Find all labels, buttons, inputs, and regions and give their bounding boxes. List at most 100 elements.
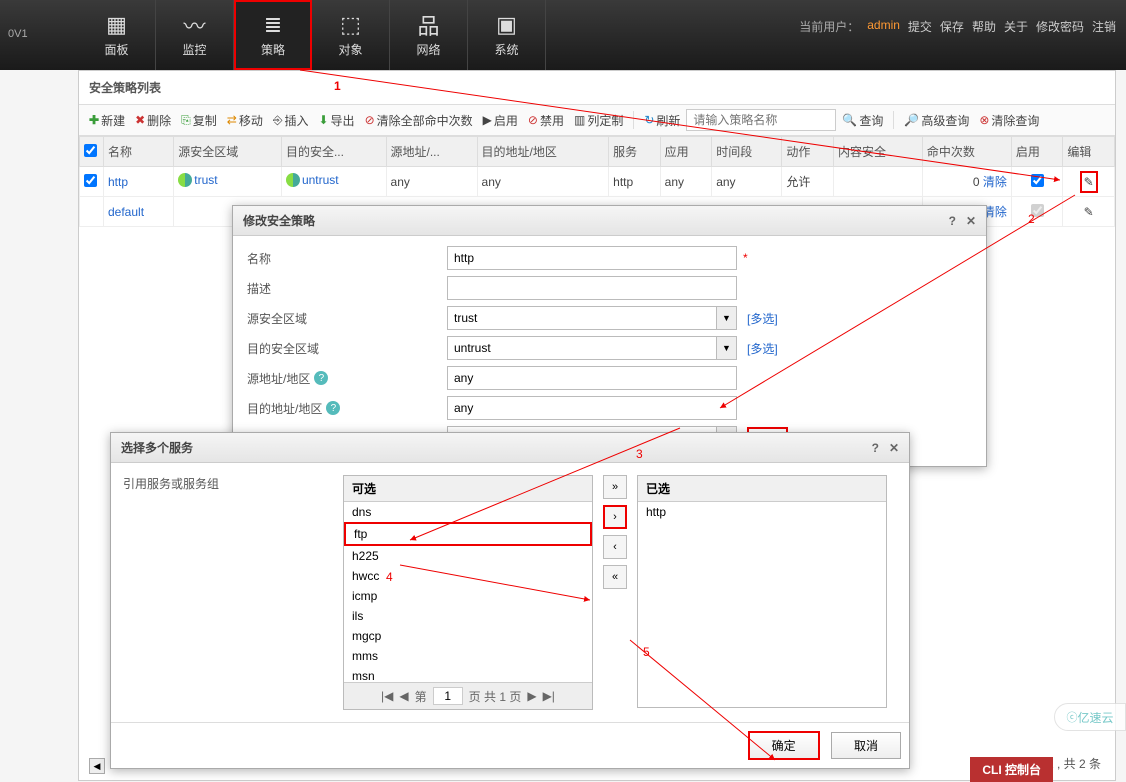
link-submit[interactable]: 提交 <box>908 18 932 35</box>
dialog-title: 选择多个服务 <box>121 439 193 456</box>
link-logout[interactable]: 注销 <box>1092 18 1116 35</box>
dialog-title-bar[interactable]: 选择多个服务 ? ✕ <box>111 433 909 463</box>
list-body[interactable]: http <box>638 502 886 707</box>
col-app[interactable]: 应用 <box>660 137 712 167</box>
enable-button[interactable]: ▶启用 <box>479 110 522 131</box>
help-icon[interactable]: ? <box>326 401 340 415</box>
refresh-button[interactable]: ↻刷新 <box>640 110 684 131</box>
move-button[interactable]: ⇄移动 <box>223 110 267 131</box>
col-svc[interactable]: 服务 <box>609 137 661 167</box>
close-icon[interactable]: ✕ <box>966 214 976 228</box>
col-name[interactable]: 名称 <box>104 137 174 167</box>
next-page-icon[interactable]: ▶ <box>527 689 536 703</box>
columns-button[interactable]: ▥列定制 <box>570 110 627 131</box>
nav-tab-dashboard[interactable]: ▦ 面板 <box>78 0 156 70</box>
list-item[interactable]: mms <box>344 646 592 666</box>
table-row[interactable]: http trust untrust any any http any any … <box>80 167 1115 197</box>
scroll-left-button[interactable]: ◀ <box>89 758 105 774</box>
select-services-dialog: 选择多个服务 ?✕ 引用服务或服务组 可选 dns ftp h225 hwcc … <box>110 432 910 769</box>
col-edit[interactable]: 编辑 <box>1063 137 1115 167</box>
help-icon[interactable]: ? <box>872 441 879 455</box>
list-item[interactable]: icmp <box>344 586 592 606</box>
row-checkbox[interactable] <box>84 174 97 187</box>
adv-search-button[interactable]: 🔎高级查询 <box>900 110 973 131</box>
name-field[interactable] <box>447 246 737 270</box>
copy-button[interactable]: ⎘复制 <box>177 110 221 131</box>
col-content[interactable]: 内容安全 <box>833 137 922 167</box>
page-input[interactable] <box>433 687 463 705</box>
col-enable[interactable]: 启用 <box>1011 137 1063 167</box>
disable-icon: ⊘ <box>528 113 538 127</box>
search-button[interactable]: 🔍查询 <box>838 110 887 131</box>
cell-name[interactable]: default <box>104 197 174 227</box>
close-icon[interactable]: ✕ <box>889 441 899 455</box>
col-action[interactable]: 动作 <box>782 137 834 167</box>
col-hits[interactable]: 命中次数 <box>922 137 1011 167</box>
nav-tab-policy[interactable]: ≣ 策略 <box>234 0 312 70</box>
insert-button[interactable]: ⎆插入 <box>269 110 313 131</box>
export-button[interactable]: ⬇导出 <box>314 110 358 131</box>
list-item[interactable]: h225 <box>344 546 592 566</box>
move-right-button[interactable]: › <box>603 505 627 529</box>
help-icon[interactable]: ? <box>949 214 956 228</box>
list-item[interactable]: mgcp <box>344 626 592 646</box>
select-all-checkbox[interactable] <box>84 144 97 157</box>
ok-button[interactable]: 确定 <box>748 731 820 760</box>
enable-checkbox[interactable] <box>1031 174 1044 187</box>
clear-hits-link[interactable]: 清除 <box>983 175 1007 189</box>
move-left-button[interactable]: ‹ <box>603 535 627 559</box>
link-about[interactable]: 关于 <box>1004 18 1028 35</box>
move-all-right-button[interactable]: » <box>603 475 627 499</box>
list-item[interactable]: ils <box>344 606 592 626</box>
multi-select-link[interactable]: [多选] <box>747 310 778 327</box>
list-item[interactable]: ftp <box>344 522 592 546</box>
col-time[interactable]: 时间段 <box>712 137 782 167</box>
first-page-icon[interactable]: |◀ <box>381 689 393 703</box>
dst-addr-field[interactable] <box>447 396 737 420</box>
move-all-left-button[interactable]: « <box>603 565 627 589</box>
nav-tab-system[interactable]: ▣ 系统 <box>468 0 546 70</box>
new-button[interactable]: ✚新建 <box>85 110 129 131</box>
nav-tab-object[interactable]: ⬚ 对象 <box>312 0 390 70</box>
clear-search-button[interactable]: ⊗清除查询 <box>975 110 1043 131</box>
delete-button[interactable]: ✖删除 <box>131 110 175 131</box>
plus-icon: ✚ <box>89 113 99 127</box>
src-addr-field[interactable] <box>447 366 737 390</box>
list-body[interactable]: dns ftp h225 hwcc icmp ils mgcp mms msn <box>344 502 592 682</box>
edit-button[interactable]: ✎ <box>1080 171 1098 193</box>
list-item[interactable]: hwcc <box>344 566 592 586</box>
edit-button[interactable]: ✎ <box>1084 205 1094 219</box>
link-change-pwd[interactable]: 修改密码 <box>1036 18 1084 35</box>
dst-zone-select[interactable]: untrust▼ <box>447 336 737 360</box>
page-title: 安全策略列表 1 <box>79 71 1115 105</box>
desc-field[interactable] <box>447 276 737 300</box>
zone-icon <box>178 173 192 187</box>
search-input[interactable] <box>686 109 836 131</box>
link-help[interactable]: 帮助 <box>972 18 996 35</box>
list-item[interactable]: http <box>638 502 886 522</box>
enable-checkbox <box>1031 204 1044 217</box>
help-icon[interactable]: ? <box>314 371 328 385</box>
col-src-zone[interactable]: 源安全区域 <box>174 137 282 167</box>
disable-button[interactable]: ⊘禁用 <box>524 110 568 131</box>
link-save[interactable]: 保存 <box>940 18 964 35</box>
cli-console-button[interactable]: CLI 控制台 <box>970 757 1053 782</box>
nav-tab-network[interactable]: 品 网络 <box>390 0 468 70</box>
col-src-addr[interactable]: 源地址/... <box>386 137 477 167</box>
col-dst-zone[interactable]: 目的安全... <box>281 137 386 167</box>
last-page-icon[interactable]: ▶| <box>543 689 555 703</box>
list-item[interactable]: msn <box>344 666 592 682</box>
src-zone-select[interactable]: trust▼ <box>447 306 737 330</box>
clear-hits-button[interactable]: ⊘清除全部命中次数 <box>361 110 477 131</box>
cell-name[interactable]: http <box>104 167 174 197</box>
dialog-title-bar[interactable]: 修改安全策略 ?✕ <box>233 206 986 236</box>
prev-page-icon[interactable]: ◀ <box>399 689 408 703</box>
cancel-button[interactable]: 取消 <box>831 732 901 759</box>
adv-search-icon: 🔎 <box>904 113 919 127</box>
multi-select-link[interactable]: [多选] <box>747 340 778 357</box>
available-list: 可选 dns ftp h225 hwcc icmp ils mgcp mms m… <box>343 475 593 710</box>
nav-tab-monitor[interactable]: 〰 监控 <box>156 0 234 70</box>
divider <box>633 111 634 129</box>
col-dst-addr[interactable]: 目的地址/地区 <box>477 137 609 167</box>
list-item[interactable]: dns <box>344 502 592 522</box>
